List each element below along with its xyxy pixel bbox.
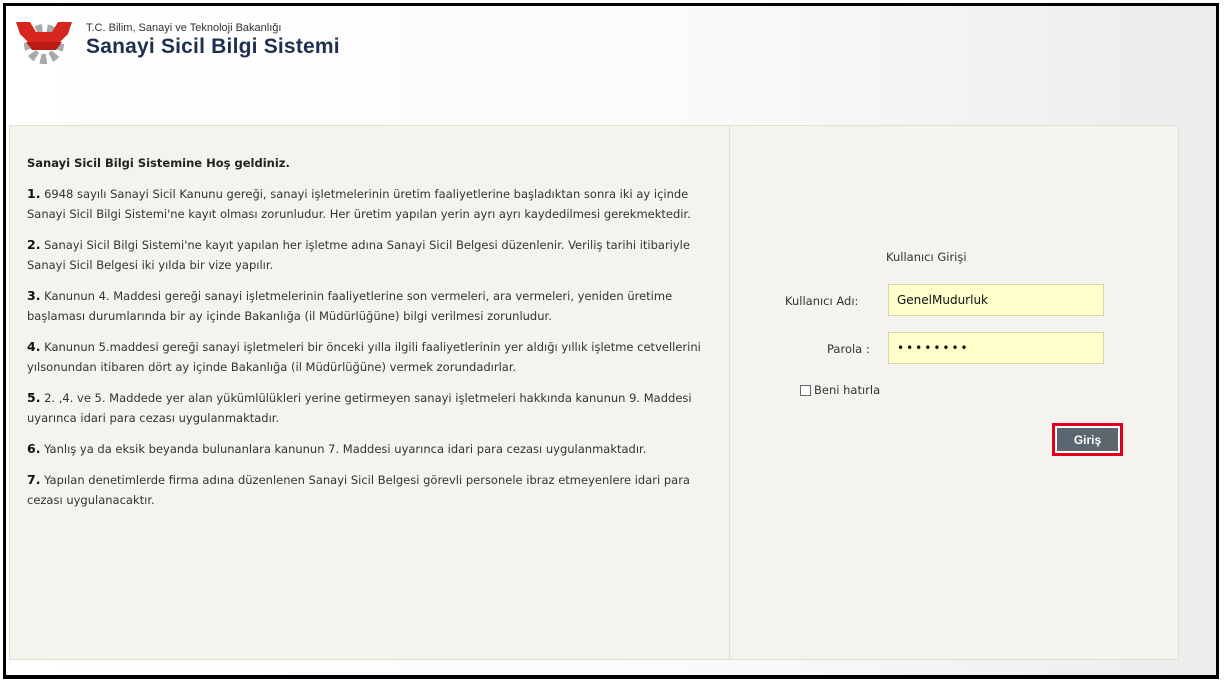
username-input[interactable] (888, 284, 1104, 316)
page-frame: T.C. Bilim, Sanayi ve Teknoloji Bakanlığ… (3, 3, 1219, 679)
info-item-number: 6. (27, 441, 41, 456)
info-item-text: 2. ,4. ve 5. Maddede yer alan yükümlülük… (27, 391, 692, 425)
welcome-heading: Sanayi Sicil Bilgi Sistemine Hoş geldini… (27, 156, 290, 170)
info-item: 5. 2. ,4. ve 5. Maddede yer alan yükümlü… (27, 388, 717, 428)
info-item-number: 1. (27, 186, 41, 201)
info-item-number: 5. (27, 390, 41, 405)
info-item-text: Yanlış ya da eksik beyanda bulunanlara k… (40, 442, 647, 456)
info-item: 3. Kanunun 4. Maddesi gereği sanayi işle… (27, 286, 717, 326)
info-item-text: Yapılan denetimlerde firma adına düzenle… (27, 473, 690, 507)
info-item: 1. 6948 sayılı Sanayi Sicil Kanunu gereğ… (27, 184, 717, 224)
login-button[interactable]: Giriş (1052, 423, 1123, 456)
password-label: Parola : (827, 342, 870, 356)
gear-logo-icon (16, 22, 72, 64)
info-item: 2. Sanayi Sicil Bilgi Sistemi'ne kayıt y… (27, 235, 717, 275)
info-item-number: 3. (27, 288, 41, 303)
info-item-number: 7. (27, 472, 41, 487)
info-item-text: Kanunun 5.maddesi gereği sanayi işletmel… (27, 340, 701, 374)
main-panel: Sanayi Sicil Bilgi Sistemine Hoş geldini… (9, 125, 1179, 660)
info-item: 4. Kanunun 5.maddesi gereği sanayi işlet… (27, 337, 717, 377)
info-item-text: Kanunun 4. Maddesi gereği sanayi işletme… (27, 289, 673, 323)
info-item-number: 2. (27, 237, 41, 252)
info-item: 6. Yanlış ya da eksik beyanda bulunanlar… (27, 439, 717, 459)
info-panel: Sanayi Sicil Bilgi Sistemine Hoş geldini… (10, 126, 730, 659)
login-button-label: Giriş (1057, 428, 1118, 451)
info-item-text: 6948 sayılı Sanayi Sicil Kanunu gereği, … (27, 187, 691, 221)
ministry-name: T.C. Bilim, Sanayi ve Teknoloji Bakanlığ… (86, 22, 282, 34)
password-input[interactable] (888, 332, 1104, 364)
username-label: Kullanıcı Adı: (785, 294, 859, 308)
header: T.C. Bilim, Sanayi ve Teknoloji Bakanlığ… (6, 6, 1216, 116)
info-item-number: 4. (27, 339, 41, 354)
login-panel: Kullanıcı Girişi Kullanıcı Adı: Parola :… (731, 126, 1178, 659)
system-title: Sanayi Sicil Bilgi Sistemi (86, 35, 340, 58)
remember-label: Beni hatırla (814, 383, 881, 397)
info-item-text: Sanayi Sicil Bilgi Sistemi'ne kayıt yapı… (27, 238, 690, 272)
remember-me[interactable]: Beni hatırla (800, 383, 880, 397)
info-item: 7. Yapılan denetimlerde firma adına düze… (27, 470, 717, 510)
login-title: Kullanıcı Girişi (886, 250, 967, 264)
remember-checkbox[interactable] (800, 384, 811, 396)
